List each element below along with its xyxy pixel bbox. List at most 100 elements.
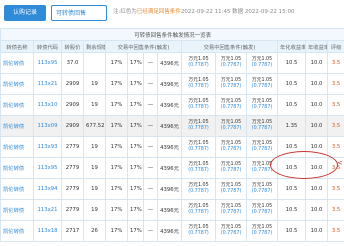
- condition-a3-cell: —: [143, 136, 158, 158]
- bond-name-cell: 凯伦转债: [0, 199, 34, 221]
- bond-code-cell: 113x95: [33, 52, 62, 74]
- data-caption: 注:红色为已经满足回售条件2022-09-22 11:45 数据 2022-09…: [113, 7, 295, 15]
- condition-b3-cell: 万元1.05 (0.7787): [246, 178, 278, 200]
- condition-b1-cell-value: 万元1.05: [188, 119, 209, 125]
- yield-cell: 10.0: [305, 115, 328, 137]
- condition-b2-cell-sub: (0.7787): [220, 63, 242, 68]
- table-row[interactable]: 凯伦转债 113x21 2909 19 17% 17% —4396元 万元1.05 (0.778…: [0, 73, 344, 95]
- condition-b2-cell-sub: (0.7787): [220, 84, 242, 89]
- table-title: 可转债回售条件触发情况一览表: [0, 28, 344, 41]
- table-row[interactable]: 凯伦转债 113x21 2779 19 17% 17% —4396元 万元1.05 (0.778…: [0, 199, 344, 221]
- table-row[interactable]: 凯伦转债 113x09 2909 677.52 17% 17% —4396元 万元1.05 (0…: [0, 115, 344, 137]
- condition-b1-cell-value: 万元1.05: [188, 98, 209, 104]
- condition-b1-cell-sub: (0.7787): [188, 168, 209, 173]
- caption-suffix: 2022-09-22 11:45 数据 2022-09-22 15:00: [180, 9, 295, 15]
- condition-b1-cell-value: 万元1.05: [188, 182, 209, 188]
- bond-code-cell: 113x18: [33, 220, 62, 242]
- condition-b1-cell: 万元1.05 (0.7787): [181, 199, 216, 221]
- condition-b2-cell: 万元1.05 (0.7787): [215, 199, 247, 221]
- bond-code-cell: 113x93: [33, 136, 62, 158]
- condition-b2-cell-sub: (0.7787): [220, 210, 242, 215]
- condition-b2-cell-sub: (0.7787): [220, 231, 242, 236]
- table-row[interactable]: 凯伦转债 113x10 2909 19 17% 17% —4396元 万元1.05 (0.778…: [0, 94, 344, 116]
- condition-b1-cell: 万元1.05 (0.7787): [181, 136, 216, 158]
- conversion-price-cell: 2909: [61, 94, 84, 116]
- table-row[interactable]: 凯伦转债 113x94 2779 19 17% 17% —4396元 万元1.05 (0.778…: [0, 178, 344, 200]
- condition-b1-cell: 万元1.05 (0.7787): [181, 178, 216, 200]
- condition-b3-cell: 万元1.05 (0.7787): [246, 52, 278, 74]
- remaining-size-cell: 19: [83, 136, 106, 158]
- condition-b3-cell-sub: (0.7787): [251, 105, 273, 110]
- condition-a3-cell: —: [143, 94, 158, 116]
- condition-b2-cell: 万元1.05 (0.7787): [215, 178, 247, 200]
- bond-code-cell: 113x94: [33, 178, 62, 200]
- condition-b3-cell-value: 万元1.05: [251, 140, 273, 146]
- bond-code-cell: 113x21: [33, 199, 62, 221]
- col-c-header: 年化收益率: [277, 40, 306, 53]
- condition-a1-cell: 17%: [105, 178, 128, 200]
- condition-b3-cell-value: 万元1.05: [251, 203, 273, 209]
- rating-cell: 3.5: [326, 136, 344, 158]
- col-name-header: 转债名称: [0, 40, 34, 53]
- table-row[interactable]: 凯伦转债 113x95 37.0 17% 17% —4396元 万元1.05 (0.7787)…: [0, 52, 344, 74]
- condition-a2-cell: 17%: [127, 178, 144, 200]
- convertible-bond-put-button[interactable]: 可转债回售: [51, 5, 107, 21]
- conversion-price-cell: 2779: [61, 136, 84, 158]
- col-remaining-header: 剩余规模: [83, 40, 106, 53]
- bond-code-cell: 113x21: [33, 73, 62, 95]
- condition-b1-cell-sub: (0.7787): [188, 126, 209, 131]
- condition-b1-cell: 万元1.05 (0.7787): [181, 94, 216, 116]
- conversion-price-cell: 2779: [61, 157, 84, 179]
- bond-name-cell: 凯伦转债: [0, 94, 34, 116]
- condition-b2-cell-sub: (0.7787): [220, 189, 242, 194]
- annual-yield-cell: 10.5: [277, 94, 306, 116]
- condition-b3-cell: 万元1.05 (0.7787): [246, 136, 278, 158]
- remaining-size-cell: [83, 52, 106, 74]
- condition-b3-cell-sub: (0.7787): [251, 147, 273, 152]
- bond-name-cell: 凯伦转债: [0, 220, 34, 242]
- condition-a2-cell: 17%: [127, 136, 144, 158]
- table-row[interactable]: 凯伦转债 113x18 2717 26 17% 17% —4396元 万元1.05 (0.778…: [0, 220, 344, 242]
- condition-b2-cell: 万元1.05 (0.7787): [215, 136, 247, 158]
- condition-b3-cell: 万元1.05 (0.7787): [246, 220, 278, 242]
- caption-highlight: 已经满足回售条件: [136, 9, 181, 15]
- condition-b3-cell-sub: (0.7787): [251, 126, 273, 131]
- subscription-records-button[interactable]: 认购记录: [4, 5, 46, 21]
- conversion-price-cell: 2779: [61, 199, 84, 221]
- condition-b3-cell-sub: (0.7787): [251, 231, 273, 236]
- condition-a4-cell: 4396元: [157, 136, 182, 158]
- condition-a4-cell: 4396元: [157, 178, 182, 200]
- condition-b3-cell: 万元1.05 (0.7787): [246, 73, 278, 95]
- condition-b2-cell-sub: (0.7787): [220, 126, 242, 131]
- col-price-header: 转股价: [61, 40, 84, 53]
- condition-a4-cell: 4396元: [157, 220, 182, 242]
- condition-b1-cell: 万元1.05 (0.7787): [181, 220, 216, 242]
- remaining-size-cell: 19: [83, 73, 106, 95]
- condition-a4-cell: 4396元: [157, 199, 182, 221]
- condition-b2-cell-value: 万元1.05: [220, 98, 242, 104]
- condition-b1-cell-sub: (0.7787): [188, 63, 209, 68]
- bond-name-cell: 凯伦转债: [0, 157, 34, 179]
- condition-b3-cell-sub: (0.7787): [251, 210, 273, 215]
- yield-cell: 10.0: [305, 94, 328, 116]
- col-group-a-header: 交易中回售条件(触发): [105, 40, 182, 53]
- condition-b1-cell-sub: (0.7787): [188, 84, 209, 89]
- condition-a1-cell: 17%: [105, 115, 128, 137]
- remaining-size-cell: 26: [83, 220, 106, 242]
- condition-b3-cell: 万元1.05 (0.7787): [246, 115, 278, 137]
- col-d-header: 年收益率: [305, 40, 328, 53]
- condition-a1-cell: 17%: [105, 136, 128, 158]
- remaining-size-cell: 19: [83, 157, 106, 179]
- bond-name-cell: 凯伦转债: [0, 73, 34, 95]
- annual-yield-cell: 10.5: [277, 199, 306, 221]
- rating-cell: 3.5: [326, 115, 344, 137]
- condition-b3-cell-sub: (0.7787): [251, 63, 273, 68]
- annotation-marker: <: [337, 159, 343, 167]
- condition-a4-cell: 4396元: [157, 157, 182, 179]
- condition-b1-cell-value: 万元1.05: [188, 161, 209, 167]
- condition-a1-cell: 17%: [105, 73, 128, 95]
- yield-cell: 10.0: [305, 52, 328, 74]
- condition-a3-cell: —: [143, 220, 158, 242]
- condition-a2-cell: 17%: [127, 52, 144, 74]
- condition-a4-cell: 4396元: [157, 73, 182, 95]
